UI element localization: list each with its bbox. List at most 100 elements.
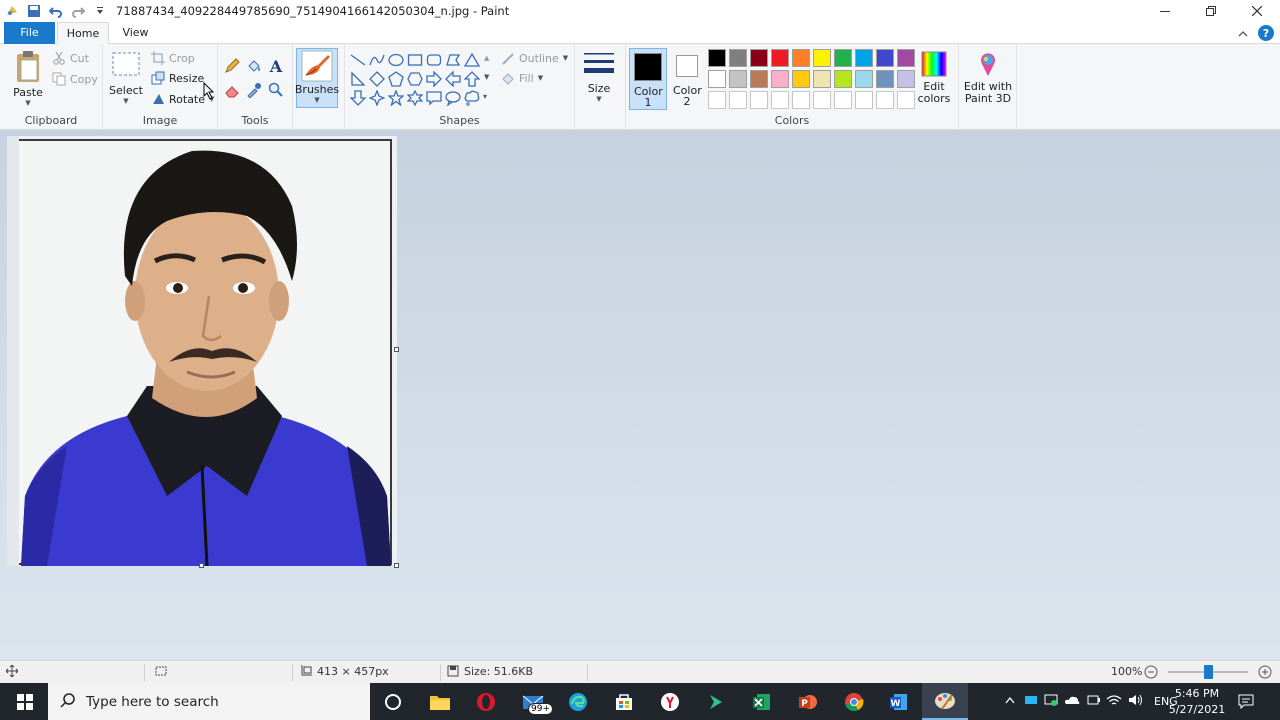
redo-icon[interactable] — [70, 3, 86, 19]
shapes-scroll-up-icon[interactable]: ▲ — [484, 54, 489, 62]
palette-color-swatch[interactable] — [708, 49, 726, 67]
text-tool-icon[interactable]: A — [268, 57, 284, 78]
tab-view[interactable]: View — [113, 22, 158, 44]
collapse-ribbon-icon[interactable] — [1238, 28, 1248, 41]
triangle-shape-icon[interactable] — [464, 52, 480, 68]
start-button[interactable] — [8, 687, 42, 717]
palette-color-swatch[interactable] — [876, 49, 894, 67]
select-button[interactable]: Select ▼ — [109, 50, 143, 105]
custom-color-slot[interactable] — [750, 91, 768, 109]
volume-icon[interactable] — [1128, 693, 1144, 710]
palette-color-swatch[interactable] — [771, 70, 789, 88]
color2-button[interactable]: Color 2 — [670, 48, 704, 107]
custom-color-slot[interactable] — [855, 91, 873, 109]
store-button[interactable] — [607, 687, 641, 717]
cut-button[interactable]: Cut — [52, 51, 89, 65]
palette-color-swatch[interactable] — [813, 70, 831, 88]
hexagon-shape-icon[interactable] — [407, 71, 423, 87]
edit-with-paint3d-button[interactable]: Edit with Paint 3D — [962, 50, 1014, 105]
palette-color-swatch[interactable] — [834, 49, 852, 67]
rectangle-shape-icon[interactable] — [407, 52, 423, 68]
color1-button[interactable]: Color 1 — [629, 48, 667, 110]
six-point-star-shape-icon[interactable] — [407, 90, 423, 106]
size-dropdown-icon[interactable]: ▼ — [596, 95, 601, 103]
powerpoint-button[interactable]: P — [791, 687, 825, 717]
custom-color-slot[interactable] — [792, 91, 810, 109]
shapes-scroll-down-icon[interactable]: ▼ — [484, 73, 489, 81]
word-button[interactable]: W — [882, 687, 916, 717]
diamond-shape-icon[interactable] — [369, 71, 385, 87]
palette-color-swatch[interactable] — [708, 70, 726, 88]
wifi-icon[interactable] — [1106, 693, 1122, 710]
palette-color-swatch[interactable] — [792, 49, 810, 67]
palette-color-swatch[interactable] — [792, 70, 810, 88]
canvas-resize-handle-bottom[interactable] — [199, 563, 204, 568]
canvas-resize-handle-right[interactable] — [394, 347, 399, 352]
fill-bucket-icon[interactable] — [246, 58, 262, 77]
custom-color-slot[interactable] — [876, 91, 894, 109]
file-explorer-button[interactable] — [423, 687, 457, 717]
show-hidden-icons[interactable] — [1004, 695, 1016, 708]
pentagon-shape-icon[interactable] — [388, 71, 404, 87]
color-picker-icon[interactable] — [246, 82, 262, 101]
edit-colors-button[interactable]: Edit colors — [914, 50, 954, 105]
cortana-button[interactable] — [376, 687, 410, 717]
crop-button[interactable]: Crop — [151, 51, 195, 65]
palette-color-swatch[interactable] — [855, 49, 873, 67]
canvas-resize-handle-corner[interactable] — [394, 563, 399, 568]
down-arrow-shape-icon[interactable] — [350, 90, 366, 106]
restore-button[interactable] — [1188, 0, 1234, 22]
outline-button[interactable]: Outline ▼ — [501, 51, 568, 65]
custom-color-slot[interactable] — [708, 91, 726, 109]
right-arrow-shape-icon[interactable] — [426, 71, 442, 87]
oval-callout-shape-icon[interactable] — [445, 90, 461, 106]
shapes-expand-icon[interactable]: ▾ — [483, 92, 487, 101]
palette-color-swatch[interactable] — [729, 70, 747, 88]
paste-button[interactable]: Paste ▼ — [10, 50, 46, 107]
palette-color-swatch[interactable] — [813, 49, 831, 67]
app-button[interactable] — [699, 687, 733, 717]
palette-color-swatch[interactable] — [855, 70, 873, 88]
help-icon[interactable]: ? — [1258, 25, 1274, 44]
yandex-button[interactable] — [653, 687, 687, 717]
five-point-star-shape-icon[interactable] — [388, 90, 404, 106]
rounded-rectangle-shape-icon[interactable] — [426, 52, 442, 68]
chrome-button[interactable] — [837, 687, 871, 717]
left-arrow-shape-icon[interactable] — [445, 71, 461, 87]
clock[interactable]: 5:46 PM 5/27/2021 — [1166, 686, 1228, 718]
palette-color-swatch[interactable] — [771, 49, 789, 67]
resize-button[interactable]: Resize — [151, 71, 204, 85]
custom-color-slot[interactable] — [834, 91, 852, 109]
zoom-slider-thumb[interactable] — [1204, 665, 1213, 679]
zoom-out-icon[interactable] — [1144, 665, 1158, 682]
copy-button[interactable]: Copy — [52, 72, 98, 86]
mail-button[interactable]: 99+ — [516, 687, 553, 717]
oval-shape-icon[interactable] — [388, 52, 404, 68]
magnifier-icon[interactable] — [268, 82, 284, 101]
minimize-button[interactable] — [1142, 0, 1188, 22]
image-canvas[interactable] — [7, 136, 397, 567]
curve-shape-icon[interactable] — [369, 52, 385, 68]
fill-dropdown-icon[interactable]: ▼ — [538, 74, 543, 82]
select-dropdown-icon[interactable]: ▼ — [123, 97, 128, 105]
customize-quick-access-icon[interactable] — [92, 3, 108, 19]
zoom-in-icon[interactable] — [1258, 665, 1272, 682]
palette-color-swatch[interactable] — [897, 70, 915, 88]
tab-home[interactable]: Home — [57, 22, 109, 45]
battery-icon[interactable] — [1086, 693, 1100, 710]
outline-dropdown-icon[interactable]: ▼ — [563, 54, 568, 62]
four-point-star-shape-icon[interactable] — [369, 90, 385, 106]
opera-button[interactable] — [469, 687, 503, 717]
undo-icon[interactable] — [48, 3, 64, 19]
onedrive-icon[interactable] — [1064, 693, 1080, 710]
taskbar-search-box[interactable]: Type here to search — [48, 683, 370, 720]
eraser-icon[interactable] — [224, 82, 240, 101]
palette-color-swatch[interactable] — [834, 70, 852, 88]
custom-color-slot[interactable] — [813, 91, 831, 109]
excel-button[interactable] — [745, 687, 779, 717]
palette-color-swatch[interactable] — [729, 49, 747, 67]
save-icon[interactable] — [26, 3, 42, 19]
palette-color-swatch[interactable] — [750, 49, 768, 67]
brushes-dropdown-icon[interactable]: ▼ — [314, 96, 319, 104]
right-triangle-shape-icon[interactable] — [350, 71, 366, 87]
